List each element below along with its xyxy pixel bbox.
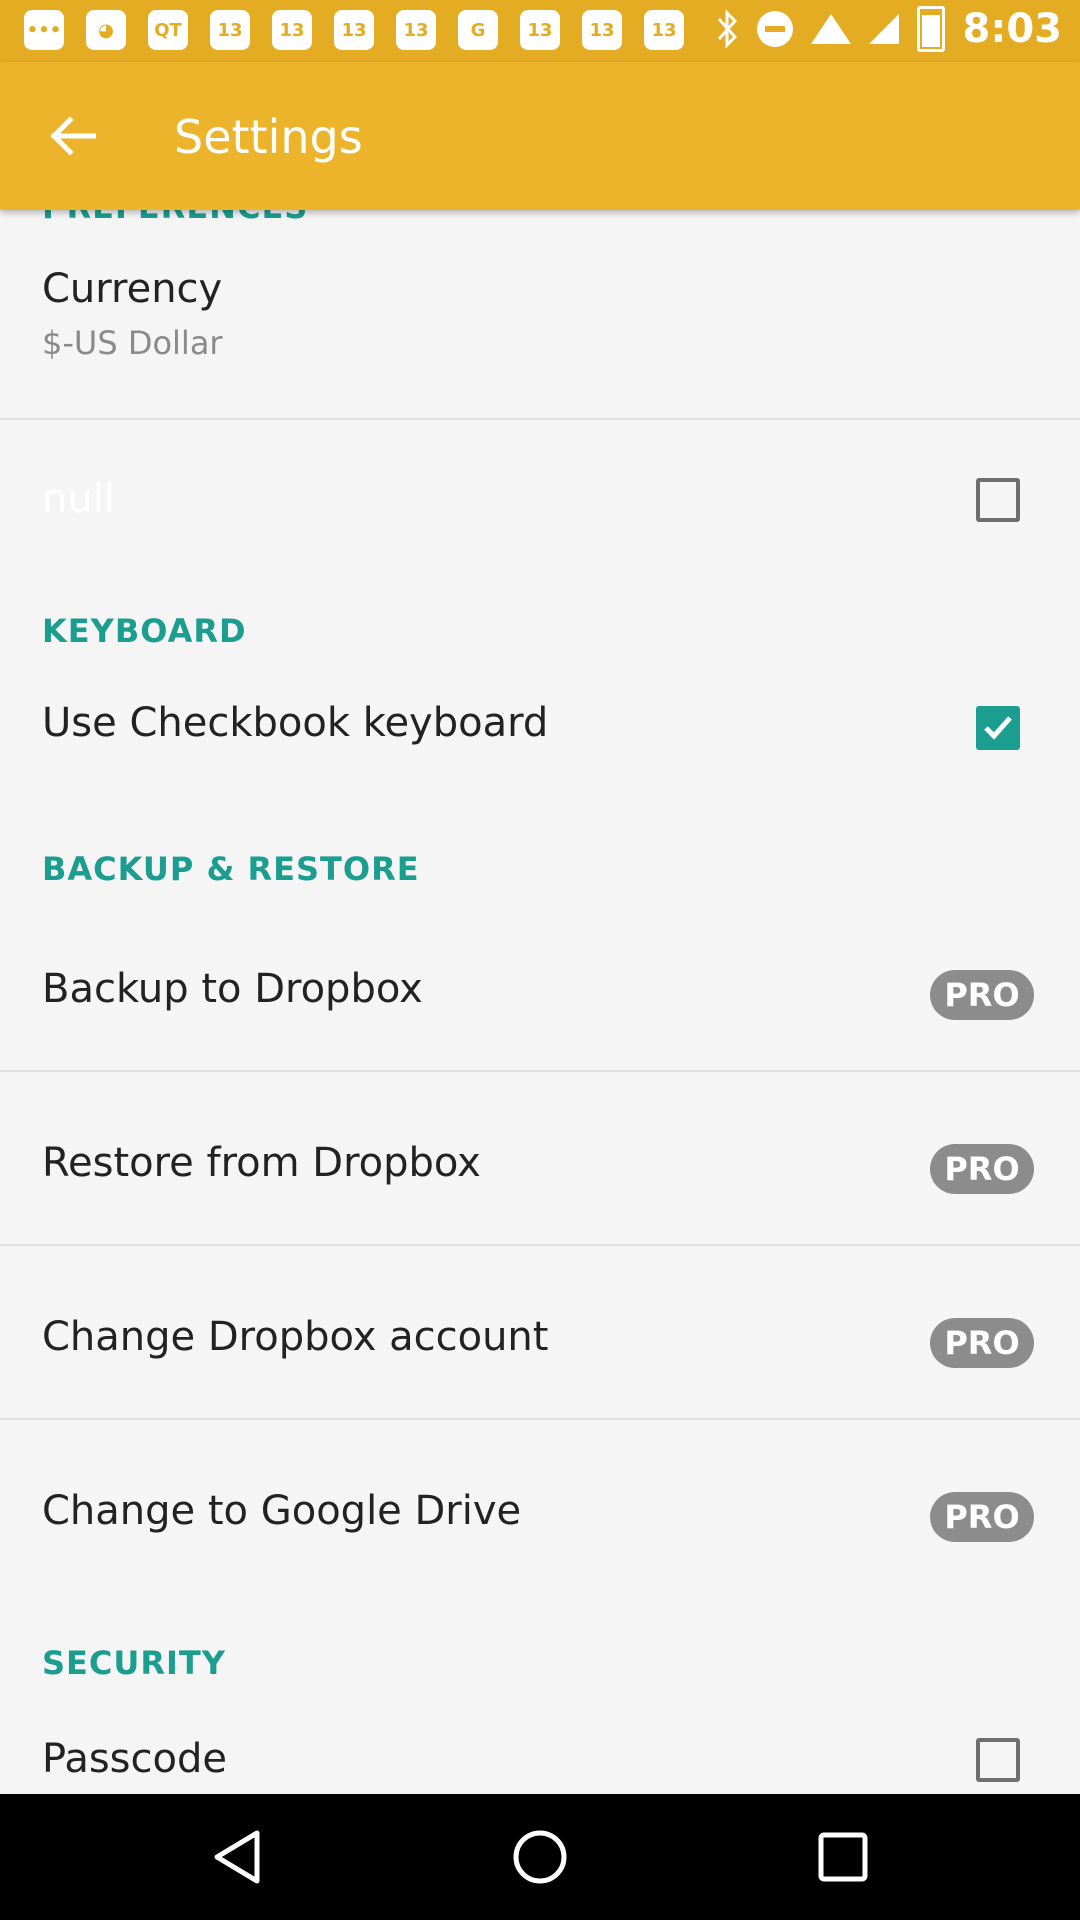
toolbar: Settings: [0, 62, 1080, 210]
restore-dropbox-label: Restore from Dropbox: [42, 1140, 481, 1186]
currency-value: $-US Dollar: [42, 324, 223, 362]
page-title: Settings: [174, 110, 363, 164]
divider: [0, 1070, 1080, 1072]
channel13-icon: 13: [334, 10, 374, 50]
section-preferences: PREFERENCES: [42, 210, 308, 226]
currency-setting[interactable]: Currency $-US Dollar: [0, 266, 1080, 406]
dnd-icon: [756, 11, 793, 47]
pro-badge: PRO: [930, 1144, 1034, 1194]
keyboard-checkbox[interactable]: [976, 706, 1020, 750]
bluetooth-icon: [717, 9, 737, 49]
channel13-icon: 13: [520, 10, 560, 50]
settings-list[interactable]: PREFERENCES Currency $-US Dollar null KE…: [0, 210, 1080, 1794]
currency-label: Currency: [42, 266, 223, 312]
channel13-icon: 13: [582, 10, 622, 50]
checkmark-icon: [984, 716, 1012, 740]
pro-badge: PRO: [930, 970, 1034, 1020]
clock: 8:03: [962, 6, 1063, 52]
restore-dropbox-setting[interactable]: Restore from Dropbox PRO: [0, 1118, 1080, 1228]
wifi-icon: [810, 14, 851, 44]
channel13-icon: 13: [396, 10, 436, 50]
keyboard-label: Use Checkbook keyboard: [42, 700, 549, 746]
channel13-icon: 13: [272, 10, 312, 50]
back-nav-icon[interactable]: [202, 1822, 272, 1892]
qt-icon: QT: [148, 10, 188, 50]
pac-icon: ◕: [86, 10, 126, 50]
null-label: null: [42, 476, 115, 522]
section-security: SECURITY: [42, 1644, 226, 1682]
passcode-checkbox[interactable]: [976, 1738, 1020, 1782]
divider: [0, 418, 1080, 420]
home-nav-icon[interactable]: [505, 1822, 575, 1892]
channel13-icon: 13: [210, 10, 250, 50]
navigation-bar: [0, 1794, 1080, 1920]
pro-badge: PRO: [930, 1492, 1034, 1542]
divider: [0, 1418, 1080, 1420]
back-arrow-icon[interactable]: [42, 108, 102, 164]
backup-dropbox-setting[interactable]: Backup to Dropbox PRO: [0, 944, 1080, 1054]
channel13-icon: 13: [644, 10, 684, 50]
passcode-setting[interactable]: Passcode: [0, 1730, 1080, 1794]
recents-nav-icon[interactable]: [808, 1822, 878, 1892]
signal-icon: [868, 14, 899, 44]
null-checkbox[interactable]: [976, 478, 1020, 522]
divider: [0, 1244, 1080, 1246]
google-drive-setting[interactable]: Change to Google Drive PRO: [0, 1466, 1080, 1576]
change-dropbox-setting[interactable]: Change Dropbox account PRO: [0, 1292, 1080, 1402]
keyboard-setting[interactable]: Use Checkbook keyboard: [0, 700, 1080, 780]
passcode-label: Passcode: [42, 1736, 227, 1782]
backup-dropbox-label: Backup to Dropbox: [42, 966, 423, 1012]
chat-icon: •••: [24, 10, 64, 50]
pro-badge: PRO: [930, 1318, 1034, 1368]
battery-icon: [916, 6, 945, 52]
null-setting[interactable]: null: [0, 460, 1080, 540]
status-bar: ••• ◕ QT 13 13 13 13 G 13 13 13 8:03: [0, 0, 1080, 62]
change-dropbox-label: Change Dropbox account: [42, 1314, 549, 1360]
google-icon: G: [458, 10, 498, 50]
notification-icons: ••• ◕ QT 13 13 13 13 G 13 13 13: [24, 10, 684, 50]
section-keyboard: KEYBOARD: [42, 612, 247, 650]
section-backup-restore: BACKUP & RESTORE: [42, 850, 420, 888]
google-drive-label: Change to Google Drive: [42, 1488, 522, 1534]
